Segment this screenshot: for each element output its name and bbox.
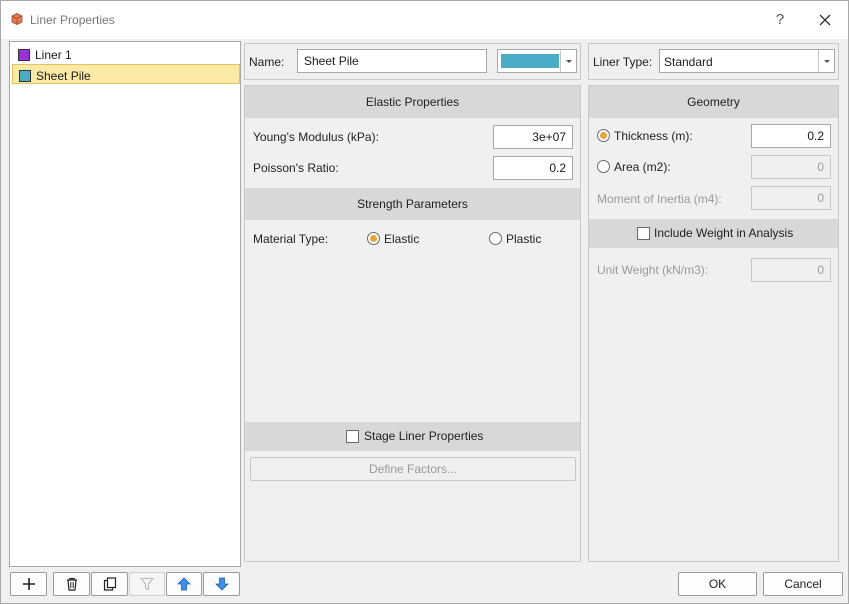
unit-weight-label: Unit Weight (kN/m3): xyxy=(597,263,709,277)
add-icon xyxy=(22,578,35,590)
window-title: Liner Properties xyxy=(30,13,115,27)
chevron-down-icon xyxy=(818,50,834,72)
move-up-icon xyxy=(177,577,191,591)
liner-type-row: Liner Type: Standard xyxy=(588,43,839,80)
app-icon xyxy=(11,13,23,25)
properties-panel: Elastic Properties Young's Modulus (kPa)… xyxy=(244,85,581,562)
list-item-label: Sheet Pile xyxy=(36,69,91,83)
title-bar: Liner Properties ? xyxy=(1,1,848,39)
unit-weight-input[interactable]: 0 xyxy=(751,258,831,282)
include-weight-header: Include Weight in Analysis xyxy=(589,219,838,248)
move-down-button[interactable] xyxy=(203,572,240,596)
plastic-radio-label: Plastic xyxy=(506,232,542,246)
plastic-radio[interactable] xyxy=(489,232,502,245)
name-label: Name: xyxy=(249,55,285,69)
moment-of-inertia-input[interactable]: 0 xyxy=(751,186,831,210)
liner-list: Liner 1 Sheet Pile xyxy=(9,41,241,567)
name-row: Name: Sheet Pile xyxy=(244,43,581,80)
stage-liner-properties-header: Stage Liner Properties xyxy=(245,422,580,451)
stage-liner-label: Stage Liner Properties xyxy=(364,429,484,443)
add-button[interactable] xyxy=(10,572,47,596)
chevron-down-icon xyxy=(560,50,576,72)
include-weight-checkbox[interactable] xyxy=(637,227,650,240)
list-item-label: Liner 1 xyxy=(35,48,72,62)
move-up-button[interactable] xyxy=(166,572,202,596)
cancel-button[interactable]: Cancel xyxy=(763,572,843,596)
copy-icon xyxy=(103,577,116,591)
moment-of-inertia-label: Moment of Inertia (m4): xyxy=(597,192,722,206)
liner-type-label: Liner Type: xyxy=(593,55,653,69)
ok-button[interactable]: OK xyxy=(678,572,757,596)
youngs-modulus-label: Young's Modulus (kPa): xyxy=(253,130,379,144)
stage-liner-checkbox[interactable] xyxy=(346,430,359,443)
define-factors-button[interactable]: Define Factors... xyxy=(250,457,576,481)
youngs-modulus-input[interactable]: 3e+07 xyxy=(493,125,573,149)
delete-button[interactable] xyxy=(53,572,90,596)
area-input[interactable]: 0 xyxy=(751,155,831,179)
poissons-ratio-label: Poisson's Ratio: xyxy=(253,161,339,175)
elastic-properties-header: Elastic Properties xyxy=(245,86,580,118)
poissons-ratio-input[interactable]: 0.2 xyxy=(493,156,573,180)
liner-properties-dialog: Liner Properties ? Liner 1 Sheet Pile Na… xyxy=(0,0,849,604)
elastic-radio[interactable] xyxy=(367,232,380,245)
include-weight-label: Include Weight in Analysis xyxy=(654,226,794,240)
liner-color-picker[interactable] xyxy=(497,49,577,73)
color-preview xyxy=(501,54,559,68)
list-item-sheet-pile[interactable]: Sheet Pile xyxy=(12,64,240,84)
name-input[interactable]: Sheet Pile xyxy=(297,49,487,73)
elastic-radio-label: Elastic xyxy=(384,232,420,246)
liner-type-select[interactable]: Standard xyxy=(659,49,835,73)
close-icon xyxy=(819,14,831,26)
geometry-panel: Geometry Thickness (m): 0.2 Area (m2): 0… xyxy=(588,85,839,562)
filter-button[interactable] xyxy=(129,572,165,596)
liner-color-swatch xyxy=(18,49,30,61)
liner-color-swatch xyxy=(19,70,31,82)
filter-icon xyxy=(140,577,154,591)
geometry-header: Geometry xyxy=(589,86,838,118)
area-label: Area (m2): xyxy=(614,160,671,174)
liner-type-value: Standard xyxy=(664,55,713,69)
material-type-label: Material Type: xyxy=(253,232,329,246)
thickness-label: Thickness (m): xyxy=(614,129,693,143)
area-radio[interactable] xyxy=(597,160,610,173)
list-item-liner-1[interactable]: Liner 1 xyxy=(12,44,240,64)
thickness-radio[interactable] xyxy=(597,129,610,142)
move-down-icon xyxy=(214,577,229,591)
copy-button[interactable] xyxy=(91,572,128,596)
strength-parameters-header: Strength Parameters xyxy=(245,188,580,220)
delete-icon xyxy=(66,577,77,591)
help-button[interactable]: ? xyxy=(770,10,790,30)
thickness-input[interactable]: 0.2 xyxy=(751,124,831,148)
close-button[interactable] xyxy=(814,9,836,31)
